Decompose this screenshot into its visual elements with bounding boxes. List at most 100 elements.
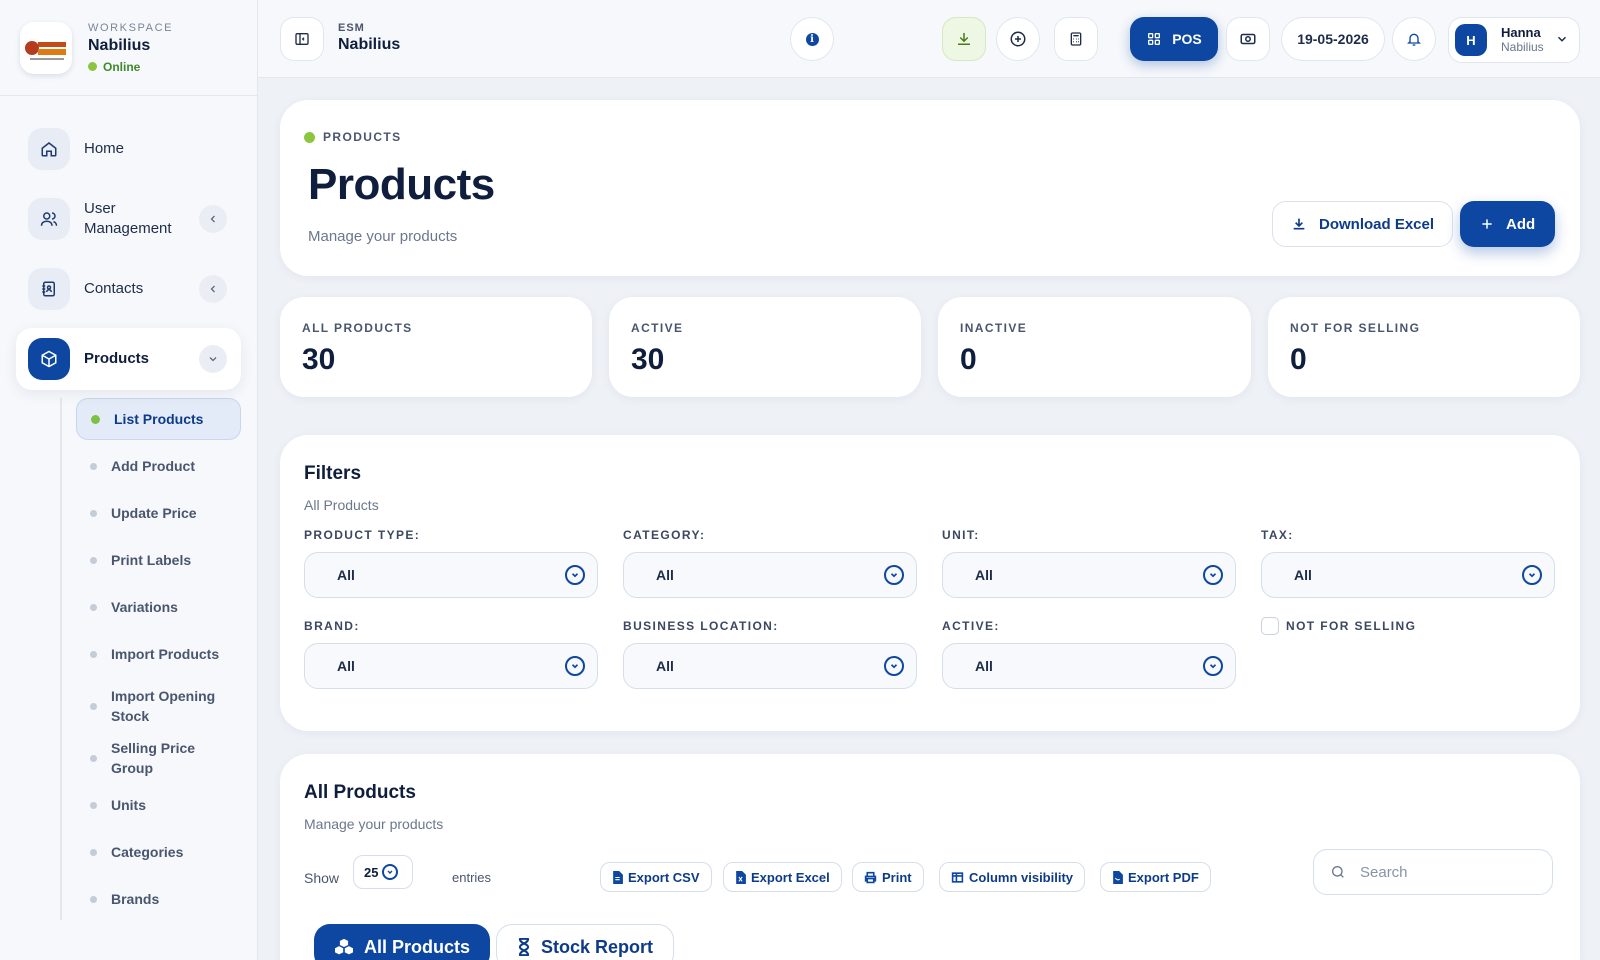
topbar-title: ESM Nabilius xyxy=(338,22,400,54)
filter-label-tax: TAX: xyxy=(1261,528,1294,542)
sidebar-toggle-button[interactable] xyxy=(280,17,324,61)
submenu-item-brands[interactable]: Brands xyxy=(76,878,241,920)
page-header-card: PRODUCTS Products Manage your products D… xyxy=(280,100,1580,276)
column-visibility-button[interactable]: Column visibility xyxy=(939,862,1086,892)
workspace-logo xyxy=(20,21,72,74)
stat-card-not-for-selling: NOT FOR SELLING 0 xyxy=(1268,297,1580,397)
sidebar-item-label: Products xyxy=(84,350,150,367)
filter-label-brand: BRAND: xyxy=(304,619,360,633)
hourglass-icon xyxy=(518,938,530,956)
submenu-item-import-opening-stock[interactable]: Import Opening Stock xyxy=(76,680,241,732)
chevron-down-icon xyxy=(1203,656,1223,676)
date-display[interactable]: 19-05-2026 xyxy=(1281,17,1385,61)
chevron-left-icon[interactable] xyxy=(199,275,227,303)
chevron-left-icon[interactable] xyxy=(199,205,227,233)
stat-card-inactive: INACTIVE 0 xyxy=(938,297,1251,397)
chevron-down-icon xyxy=(884,565,904,585)
add-product-button[interactable]: Add xyxy=(1460,201,1556,247)
filters-subtitle: All Products xyxy=(304,497,379,513)
pos-button[interactable]: POS xyxy=(1130,17,1218,61)
sidebar-item-products[interactable]: Products xyxy=(16,328,241,390)
sidebar-item-home[interactable]: Home xyxy=(16,118,241,180)
chevron-down-icon[interactable] xyxy=(199,345,227,373)
eyebrow-dot xyxy=(304,131,315,143)
bullet-dot xyxy=(90,462,97,470)
cash-register-button[interactable] xyxy=(1226,17,1270,61)
product-type-select[interactable]: All xyxy=(304,552,598,598)
notifications-button[interactable] xyxy=(1392,17,1436,61)
submenu-item-add-product[interactable]: Add Product xyxy=(76,445,241,487)
info-button[interactable]: i xyxy=(790,17,834,61)
stat-value: 0 xyxy=(1290,343,1307,376)
grid-icon xyxy=(1148,33,1161,45)
submenu-item-categories[interactable]: Categories xyxy=(76,831,241,873)
entries-select[interactable]: 25 xyxy=(353,855,413,889)
products-submenu: List Products Add Product Update Price P… xyxy=(60,398,241,920)
chevron-down-icon xyxy=(884,656,904,676)
submenu-item-list-products[interactable]: List Products xyxy=(76,398,241,440)
bullet-dot xyxy=(90,895,97,903)
submenu-item-print-labels[interactable]: Print Labels xyxy=(76,539,241,581)
active-select[interactable]: All xyxy=(942,643,1236,689)
search-field[interactable]: Search xyxy=(1313,849,1553,895)
page-eyebrow: PRODUCTS xyxy=(304,130,402,144)
submenu-item-units[interactable]: Units xyxy=(76,784,241,826)
export-excel-button[interactable]: Export Excel xyxy=(723,862,842,892)
tab-all-products[interactable]: All Products xyxy=(314,924,491,960)
not-for-selling-checkbox[interactable] xyxy=(1261,617,1279,635)
products-table-card: All Products Manage your products Show 2… xyxy=(280,754,1580,960)
chevron-down-icon xyxy=(1522,565,1542,585)
export-pdf-button[interactable]: Export PDF xyxy=(1100,862,1211,892)
bell-icon xyxy=(1407,33,1421,46)
page-title: Products xyxy=(308,160,495,209)
filter-label-business-location: BUSINESS LOCATION: xyxy=(623,619,779,633)
cubes-icon xyxy=(335,938,353,955)
sidebar-item-user-management[interactable]: User Management xyxy=(16,188,241,250)
submenu-item-variations[interactable]: Variations xyxy=(76,586,241,628)
category-select[interactable]: All xyxy=(623,552,917,598)
user-menu[interactable]: H Hanna Nabilius xyxy=(1448,17,1580,63)
unit-select[interactable]: All xyxy=(942,552,1236,598)
add-circle-button[interactable] xyxy=(996,17,1040,61)
export-csv-button[interactable]: Export CSV xyxy=(600,862,712,892)
printer-icon xyxy=(864,871,877,883)
sidebar: WORKSPACE Nabilius Online Home User Mana… xyxy=(0,0,258,960)
print-button[interactable]: Print xyxy=(852,862,924,892)
calculator-button[interactable] xyxy=(1054,17,1098,61)
sidebar-item-label: Home xyxy=(84,140,125,157)
tab-stock-report[interactable]: Stock Report xyxy=(496,924,675,960)
file-csv-icon xyxy=(613,870,623,884)
topbar-business-name: Nabilius xyxy=(338,36,401,53)
filter-label-product-type: PRODUCT TYPE: xyxy=(304,528,421,542)
plus-icon xyxy=(1482,219,1492,229)
stat-label: ALL PRODUCTS xyxy=(302,321,413,335)
chevron-down-icon xyxy=(1203,565,1223,585)
not-for-selling-label: NOT FOR SELLING xyxy=(1286,619,1417,633)
submenu-item-selling-price-group[interactable]: Selling Price Group xyxy=(76,737,241,779)
stat-card-active: ACTIVE 30 xyxy=(609,297,921,397)
chevron-down-icon xyxy=(382,864,399,880)
sidebar-item-label: Contacts xyxy=(84,280,144,297)
sidebar-nav: Home User Management Contacts Products L… xyxy=(0,96,257,920)
filters-title: Filters xyxy=(304,463,362,484)
download-icon xyxy=(958,33,970,45)
brand-select[interactable]: All xyxy=(304,643,598,689)
home-icon xyxy=(28,128,70,170)
business-location-select[interactable]: All xyxy=(623,643,917,689)
stat-value: 30 xyxy=(302,343,336,376)
sidebar-item-label: User Management xyxy=(84,200,172,237)
stat-label: INACTIVE xyxy=(960,321,1028,335)
chevron-down-icon xyxy=(565,656,585,676)
submenu-item-import-products[interactable]: Import Products xyxy=(76,633,241,675)
sidebar-item-contacts[interactable]: Contacts xyxy=(16,258,241,320)
user-org: Nabilius xyxy=(1501,40,1544,54)
users-icon xyxy=(28,198,70,240)
tax-select[interactable]: All xyxy=(1261,552,1555,598)
download-button[interactable] xyxy=(942,17,986,61)
money-icon xyxy=(1240,33,1256,45)
box-icon xyxy=(28,338,70,380)
table-subtitle: Manage your products xyxy=(304,816,444,832)
stat-label: ACTIVE xyxy=(631,321,684,335)
submenu-item-update-price[interactable]: Update Price xyxy=(76,492,241,534)
download-excel-button[interactable]: Download Excel xyxy=(1272,201,1454,247)
